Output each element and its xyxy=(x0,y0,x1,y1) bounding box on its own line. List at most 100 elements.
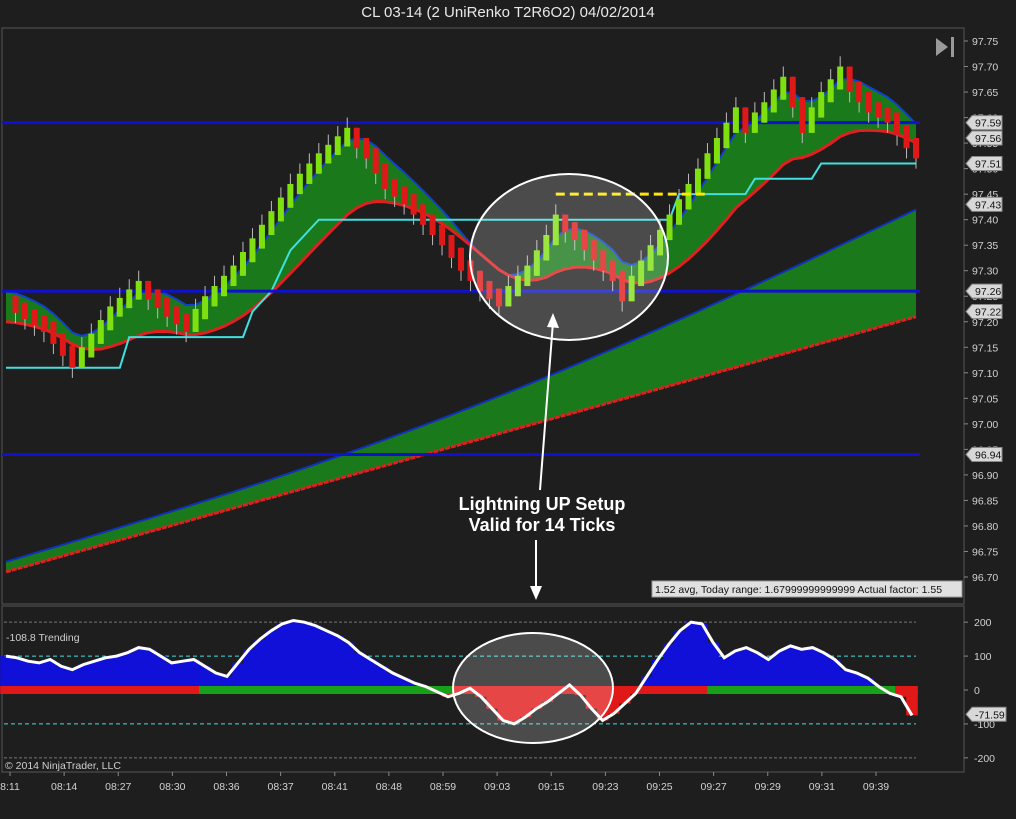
indicator-tick-label: 100 xyxy=(974,651,992,663)
zero-band-segment xyxy=(77,686,90,694)
price-tick-label: 97.10 xyxy=(972,368,998,380)
zero-band-segment xyxy=(375,686,388,694)
candle-up xyxy=(221,275,228,297)
indicator-tick-label: 0 xyxy=(974,685,980,697)
price-tick-label: 97.05 xyxy=(972,393,998,405)
time-tick-label: 08:37 xyxy=(267,781,293,793)
candle-up xyxy=(761,102,768,123)
zero-band-segment xyxy=(22,686,34,694)
candle-up xyxy=(277,197,284,222)
candle-down xyxy=(865,92,872,113)
zero-band-segment xyxy=(331,686,344,694)
candle-up xyxy=(732,107,739,133)
candle-up xyxy=(239,251,246,276)
candle-down xyxy=(903,125,910,149)
candle-down xyxy=(59,333,66,356)
histogram-bar xyxy=(154,656,167,690)
histogram-bar xyxy=(729,651,742,690)
candle-down xyxy=(173,306,180,325)
annotation-line-1: Lightning UP Setup xyxy=(459,494,626,514)
zero-band-segment xyxy=(618,686,631,694)
candle-up xyxy=(685,183,692,210)
histogram-bar xyxy=(110,656,123,690)
price-tick-label: 97.65 xyxy=(972,87,998,99)
candle-down xyxy=(894,112,901,136)
zero-band-segment xyxy=(165,686,178,694)
candle-up xyxy=(770,89,777,113)
candle-up xyxy=(258,224,265,249)
candle-up xyxy=(666,214,673,241)
candle-up xyxy=(296,173,303,195)
histogram-bar xyxy=(773,651,786,690)
candle-down xyxy=(164,297,171,317)
candle-up xyxy=(780,76,787,100)
time-tick-label: 08:48 xyxy=(376,781,402,793)
zero-band-segment xyxy=(121,686,134,694)
candle-down xyxy=(420,204,427,225)
zero-band-segment xyxy=(199,686,211,694)
histogram-bar xyxy=(88,661,101,690)
candle-down xyxy=(429,214,436,235)
histogram-bar xyxy=(696,623,708,690)
histogram-bar xyxy=(132,647,145,690)
zero-band-segment xyxy=(718,686,730,694)
zero-band-segment xyxy=(762,686,775,694)
time-tick-label: 08:36 xyxy=(213,781,239,793)
zero-band-segment xyxy=(685,686,697,694)
zero-band-segment xyxy=(729,686,742,694)
histogram-bar xyxy=(188,659,200,690)
candle-down xyxy=(913,137,919,159)
price-tick-label: 97.00 xyxy=(972,419,998,431)
zero-band-segment xyxy=(828,686,841,694)
candle-up xyxy=(723,122,730,149)
price-level-tag-label: 97.26 xyxy=(975,286,1001,298)
zero-band-segment xyxy=(850,686,863,694)
candle-down xyxy=(410,194,417,215)
histogram-bar xyxy=(143,649,156,690)
candle-down xyxy=(875,102,882,118)
candle-down xyxy=(789,76,796,108)
indicator-highlight-circle xyxy=(452,632,614,744)
histogram-bar xyxy=(33,662,45,690)
time-tick-label: 08:14 xyxy=(51,781,77,793)
candle-up xyxy=(808,107,815,133)
histogram-bar xyxy=(309,625,322,690)
zero-band-segment xyxy=(397,686,410,694)
candle-up xyxy=(88,333,95,358)
price-tick-label: 96.85 xyxy=(972,495,998,507)
histogram-bar xyxy=(298,622,311,690)
histogram-bar xyxy=(320,630,333,690)
zero-band-segment xyxy=(784,686,797,694)
zero-band-segment xyxy=(55,686,68,694)
price-level-tag-label: 97.22 xyxy=(975,307,1001,319)
zero-band-segment xyxy=(408,686,421,694)
histogram-bar xyxy=(342,642,355,690)
price-level-tag-label: 97.56 xyxy=(975,133,1001,145)
zero-band-segment xyxy=(154,686,167,694)
histogram-bar xyxy=(817,652,830,690)
histogram-bar xyxy=(364,659,377,690)
zero-band-segment xyxy=(99,686,112,694)
time-tick-label: 08:27 xyxy=(105,781,131,793)
price-tick-label: 96.70 xyxy=(972,572,998,584)
histogram-bar xyxy=(276,623,289,690)
zero-band-segment xyxy=(309,686,322,694)
histogram-bar xyxy=(751,652,764,690)
candle-down xyxy=(21,302,28,320)
price-tick-label: 97.15 xyxy=(972,342,998,354)
zero-band-segment xyxy=(663,686,675,694)
zero-band-segment xyxy=(176,686,189,694)
candle-up xyxy=(78,347,85,368)
stats-label: 1.52 avg, Today range: 1.67999999999999 … xyxy=(655,584,942,596)
price-tick-label: 97.75 xyxy=(972,36,998,48)
candle-up xyxy=(249,238,256,263)
candle-up xyxy=(315,153,322,174)
price-tick-label: 96.80 xyxy=(972,521,998,533)
candle-up xyxy=(287,183,294,208)
price-tick-label: 97.40 xyxy=(972,215,998,227)
zero-band-segment xyxy=(44,686,57,694)
price-tick-label: 96.90 xyxy=(972,470,998,482)
zero-band-segment xyxy=(298,686,311,694)
candle-up xyxy=(334,136,341,156)
chart-canvas[interactable]: 97.7597.7097.6597.6097.5597.5097.4597.40… xyxy=(0,0,1016,819)
